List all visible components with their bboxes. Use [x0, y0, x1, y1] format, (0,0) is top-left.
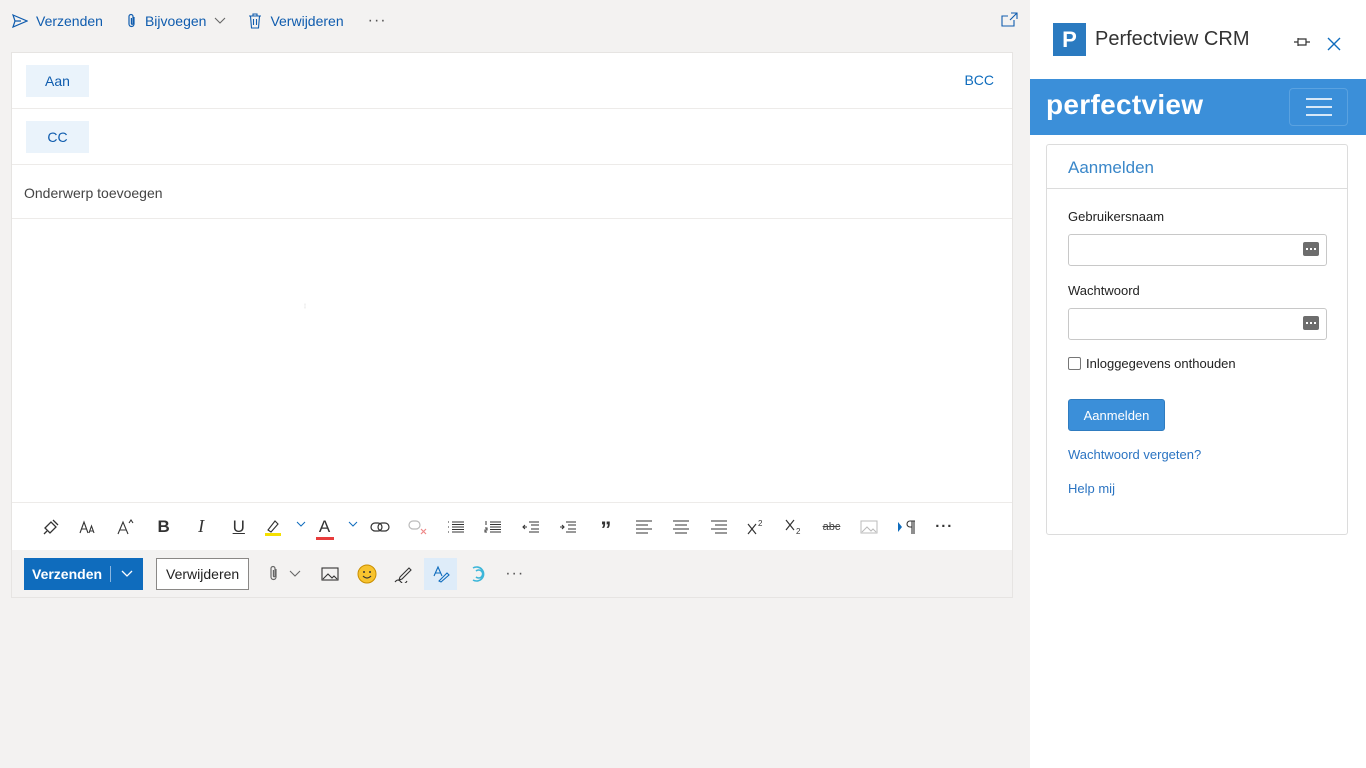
font-color-letter: A — [318, 516, 331, 536]
password-input[interactable] — [1075, 310, 1295, 338]
message-body[interactable] — [12, 219, 1012, 502]
trash-icon — [249, 13, 262, 29]
chevron-down-icon — [348, 521, 357, 527]
chevron-down-icon — [296, 521, 305, 527]
help-link[interactable]: Help mij — [1068, 481, 1115, 496]
username-label: Gebruikersnaam — [1068, 209, 1165, 224]
image-icon — [321, 566, 339, 581]
align-center-icon[interactable] — [662, 512, 700, 542]
editor-pen-icon — [433, 565, 450, 583]
insert-link-icon[interactable] — [362, 512, 400, 542]
italic-icon[interactable]: I — [182, 512, 220, 542]
compose-card: Aan BCC CC Onderwerp toevoegen B I U A ”… — [11, 52, 1013, 598]
send-command-label: Verzenden — [36, 13, 103, 29]
password-label: Wachtwoord — [1068, 283, 1140, 298]
to-row: Aan BCC — [12, 53, 1012, 109]
remove-link-icon[interactable] — [399, 512, 437, 542]
editor-button[interactable] — [424, 557, 458, 590]
svg-text:2: 2 — [796, 527, 801, 535]
perfectview-wordmark: perfectview — [1046, 89, 1204, 120]
more-formatting-icon[interactable]: ··· — [925, 512, 963, 542]
decrease-indent-icon[interactable] — [512, 512, 550, 542]
cc-row: CC — [12, 109, 1012, 165]
align-right-icon[interactable] — [700, 512, 738, 542]
underline-icon[interactable]: U — [220, 512, 258, 542]
subject-field[interactable]: Onderwerp toevoegen — [12, 165, 1012, 219]
login-heading: Aanmelden — [1047, 145, 1347, 189]
highlight-icon[interactable] — [258, 512, 310, 542]
superscript-icon[interactable]: 2 — [738, 512, 776, 542]
signature-button[interactable] — [385, 558, 422, 590]
attach-file-button[interactable] — [261, 558, 309, 590]
font-size-icon[interactable] — [70, 512, 108, 542]
close-icon[interactable] — [1327, 37, 1341, 51]
format-painter-icon[interactable] — [32, 512, 70, 542]
send-options-button[interactable] — [111, 558, 143, 590]
compose-window: Verzenden Bijvoegen Verwijderen ··· Aan … — [0, 0, 1030, 768]
action-bar: Verzenden Verwijderen ··· — [12, 550, 1012, 597]
password-manager-icon[interactable] — [1303, 316, 1319, 330]
cc-button[interactable]: CC — [26, 121, 89, 153]
attach-command[interactable]: Bijvoegen — [125, 5, 237, 37]
insert-picture-button[interactable] — [311, 558, 348, 590]
popout-icon[interactable] — [1001, 12, 1018, 27]
password-manager-icon[interactable] — [1303, 242, 1319, 256]
addin-pane: P Perfectview CRM perfectview Aanmelden … — [1030, 0, 1366, 768]
viva-insights-button[interactable] — [459, 558, 496, 590]
formatting-toolbar: B I U A ” 2 2 abc ··· — [12, 502, 1012, 550]
strikethrough-icon[interactable]: abc — [813, 512, 851, 542]
password-field[interactable] — [1068, 308, 1327, 340]
send-split-button: Verzenden — [24, 557, 144, 590]
quote-icon[interactable]: ” — [587, 512, 625, 542]
insights-swirl-icon — [472, 565, 485, 582]
paperclip-icon — [270, 565, 277, 580]
bcc-link[interactable]: BCC — [964, 72, 994, 88]
picture-icon[interactable] — [850, 512, 888, 542]
emoji-icon — [357, 564, 377, 583]
chevron-down-icon — [121, 570, 133, 577]
command-bar: Verzenden Bijvoegen Verwijderen ··· — [0, 0, 1030, 42]
numbering-icon[interactable] — [474, 512, 512, 542]
discard-button[interactable]: Verwijderen — [156, 557, 250, 590]
subscript-icon[interactable]: 2 — [775, 512, 813, 542]
forgot-password-link[interactable]: Wachtwoord vergeten? — [1068, 447, 1201, 462]
more-actions-button[interactable]: ··· — [496, 558, 533, 590]
send-command[interactable]: Verzenden — [10, 5, 113, 37]
font-color-icon[interactable]: A — [310, 512, 362, 542]
to-button[interactable]: Aan — [26, 65, 89, 97]
delete-command-label: Verwijderen — [270, 13, 344, 29]
chevron-down-icon — [289, 570, 301, 577]
emoji-button[interactable] — [348, 558, 385, 590]
remember-checkbox[interactable] — [1068, 357, 1081, 370]
chevron-down-icon — [215, 17, 226, 24]
perfectview-navbar: perfectview — [1030, 79, 1366, 135]
username-input[interactable] — [1075, 236, 1295, 264]
bullets-icon[interactable] — [437, 512, 475, 542]
send-icon — [12, 14, 28, 28]
svg-text:2: 2 — [758, 519, 763, 528]
login-panel: Aanmelden Gebruikersnaam Wachtwoord Inlo… — [1046, 144, 1348, 535]
attach-command-label: Bijvoegen — [144, 13, 207, 29]
delete-command[interactable]: Verwijderen — [246, 5, 353, 37]
remember-login[interactable]: Inloggegevens onthouden — [1068, 356, 1236, 371]
paperclip-icon — [128, 13, 135, 28]
hamburger-menu-icon[interactable] — [1289, 88, 1348, 126]
text-cursor-icon — [304, 303, 306, 309]
send-button[interactable]: Verzenden — [24, 558, 110, 590]
paragraph-direction-icon[interactable] — [888, 512, 926, 542]
grow-font-icon[interactable] — [107, 512, 145, 542]
addin-title: Perfectview CRM — [1095, 28, 1250, 50]
username-field[interactable] — [1068, 234, 1327, 266]
pin-icon[interactable] — [1293, 36, 1311, 48]
increase-indent-icon[interactable] — [550, 512, 588, 542]
signature-pen-icon — [394, 566, 412, 583]
bold-icon[interactable]: B — [145, 512, 183, 542]
remember-label: Inloggegevens onthouden — [1086, 356, 1236, 371]
perfectview-logo: P — [1053, 23, 1086, 56]
more-commands-button[interactable]: ··· — [354, 5, 397, 37]
login-button[interactable]: Aanmelden — [1068, 399, 1165, 431]
addin-header: P Perfectview CRM — [1030, 0, 1366, 79]
align-left-icon[interactable] — [625, 512, 663, 542]
